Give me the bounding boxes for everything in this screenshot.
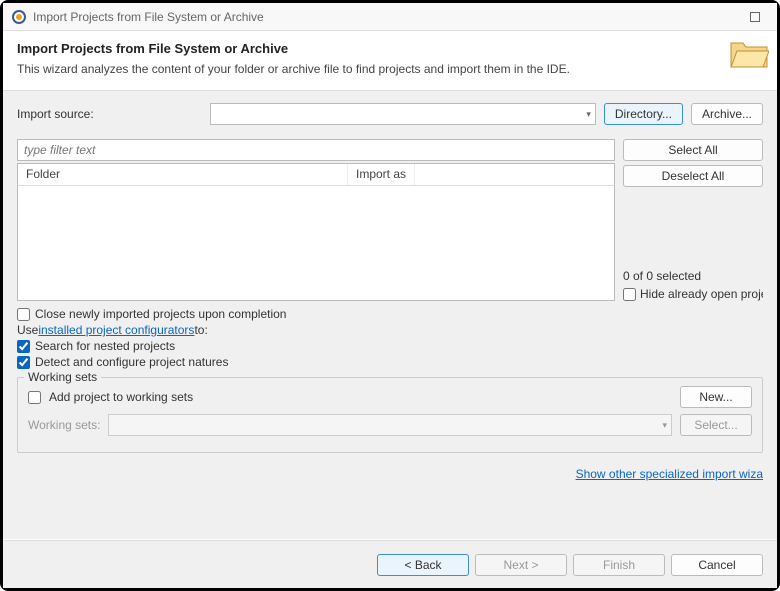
select-working-set-button: Select... (680, 414, 752, 436)
wizard-footer: < Back Next > Finish Cancel (3, 540, 777, 588)
projects-table[interactable]: Folder Import as (17, 163, 615, 301)
next-button: Next > (475, 554, 567, 576)
deselect-all-button[interactable]: Deselect All (623, 165, 763, 187)
search-nested-checkbox[interactable] (17, 340, 30, 353)
import-source-combo[interactable]: ▾ (210, 103, 596, 125)
wizard-body: Import source: ▾ Directory... Archive...… (3, 91, 777, 539)
chevron-down-icon: ▾ (662, 420, 667, 431)
table-header: Folder Import as (18, 164, 614, 186)
close-on-complete-label: Close newly imported projects upon compl… (35, 307, 286, 321)
close-on-complete-checkbox[interactable] (17, 308, 30, 321)
select-all-button[interactable]: Select All (623, 139, 763, 161)
selection-status: 0 of 0 selected (623, 269, 763, 283)
use-prefix: Use (17, 323, 38, 337)
add-to-working-sets-label: Add project to working sets (49, 390, 193, 404)
options-block: Close newly imported projects upon compl… (17, 307, 763, 369)
detect-natures-checkbox[interactable] (17, 356, 30, 369)
window-title: Import Projects from File System or Arch… (33, 10, 741, 24)
maximize-button[interactable] (741, 7, 769, 27)
cancel-button[interactable]: Cancel (671, 554, 763, 576)
titlebar: Import Projects from File System or Arch… (3, 3, 777, 31)
directory-button[interactable]: Directory... (604, 103, 683, 125)
hide-open-label: Hide already open projec (640, 287, 763, 301)
archive-button[interactable]: Archive... (691, 103, 763, 125)
search-nested-label: Search for nested projects (35, 339, 175, 353)
detect-natures-label: Detect and configure project natures (35, 355, 228, 369)
page-description: This wizard analyzes the content of your… (17, 62, 763, 76)
filter-input[interactable] (17, 139, 615, 161)
folder-icon (729, 37, 769, 72)
specialized-wizards-link[interactable]: Show other specialized import wiza (576, 467, 763, 481)
working-sets-fieldset: Working sets Add project to working sets… (17, 377, 763, 453)
import-source-label: Import source: (17, 107, 202, 121)
chevron-down-icon: ▾ (586, 109, 591, 120)
working-sets-legend: Working sets (24, 370, 101, 384)
installed-configurators-link[interactable]: installed project configurators (38, 323, 194, 337)
use-suffix: to: (194, 323, 207, 337)
wizard-header: Import Projects from File System or Arch… (3, 31, 777, 91)
add-to-working-sets-checkbox[interactable] (28, 391, 41, 404)
working-sets-combo: ▾ (108, 414, 672, 436)
back-button[interactable]: < Back (377, 554, 469, 576)
column-folder[interactable]: Folder (18, 164, 348, 185)
app-icon (11, 9, 27, 25)
finish-button: Finish (573, 554, 665, 576)
hide-open-checkbox[interactable] (623, 288, 636, 301)
column-import-as[interactable]: Import as (348, 164, 415, 185)
import-source-row: Import source: ▾ Directory... Archive... (17, 103, 763, 125)
page-title: Import Projects from File System or Arch… (17, 41, 763, 56)
new-working-set-button[interactable]: New... (680, 386, 752, 408)
working-sets-label: Working sets: (28, 418, 100, 432)
